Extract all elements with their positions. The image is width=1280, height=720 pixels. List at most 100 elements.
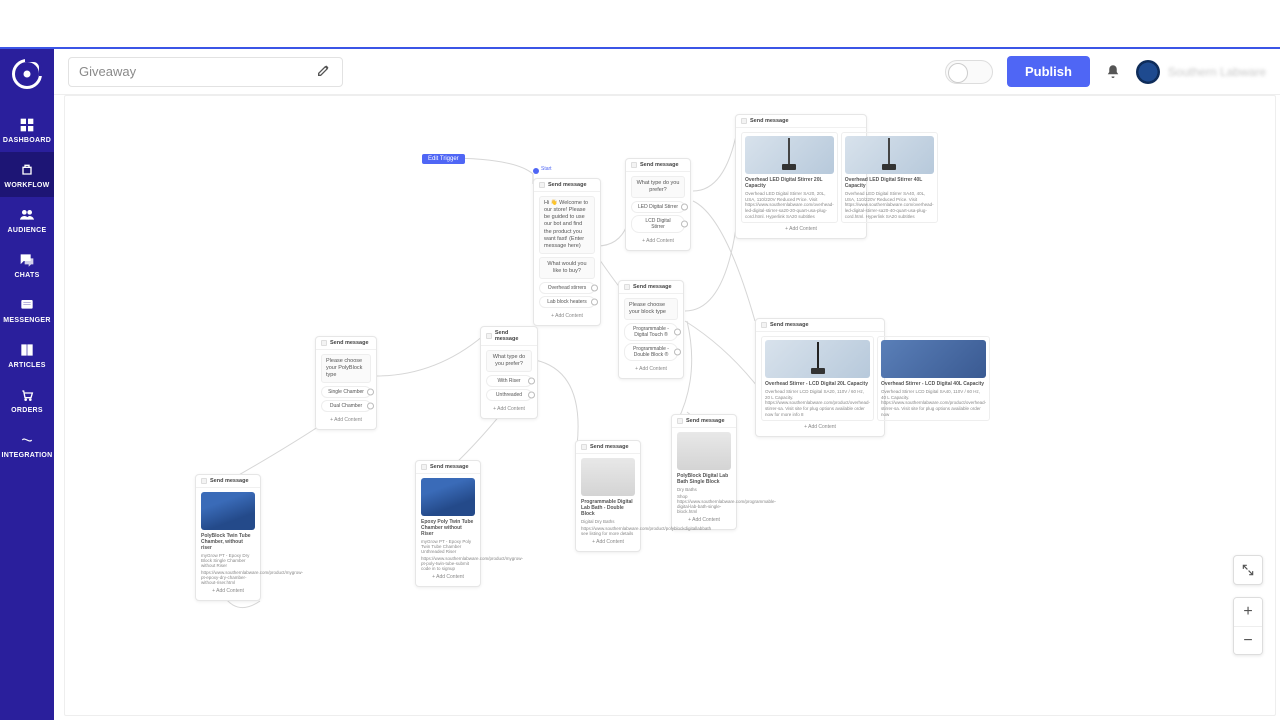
- product-card[interactable]: Overhead LED Digital Stirrer 40L Capacit…: [841, 132, 938, 223]
- sidebar-item-orders[interactable]: ORDERS: [0, 377, 54, 422]
- node-send-message-double-bath[interactable]: Send message Programmable Digital Lab Ba…: [575, 440, 641, 552]
- product-desc: Shop https://www.southernlabware.com/pro…: [677, 494, 731, 514]
- node-send-message-welcome[interactable]: Send message Hi 👋 Welcome to our store! …: [533, 178, 601, 326]
- node-option[interactable]: Dual Chamber: [321, 400, 371, 412]
- zoom-out-button[interactable]: −: [1234, 626, 1262, 654]
- product-title: PolyBlock Twin Tube Chamber, without ris…: [201, 533, 255, 551]
- node-title: Send message: [330, 340, 369, 346]
- notifications-icon[interactable]: [1104, 63, 1122, 81]
- workflow-icon: [18, 162, 36, 178]
- node-send-message-single-bath[interactable]: Send message PolyBlock Digital Lab Bath …: [671, 414, 737, 530]
- workflow-title-input[interactable]: Giveaway: [68, 57, 343, 87]
- edit-title-icon[interactable]: [316, 62, 332, 81]
- sidebar-item-label: WORKFLOW: [4, 182, 49, 189]
- node-send-message-riser[interactable]: Send message What type do you prefer? Wi…: [480, 326, 538, 419]
- node-option[interactable]: With Riser: [486, 375, 532, 387]
- node-option[interactable]: Single Chamber: [321, 386, 371, 398]
- add-content-button[interactable]: + Add Content: [421, 571, 475, 581]
- product-desc: https://www.southernlabware.com/product/…: [421, 556, 475, 571]
- zoom-controls: + −: [1233, 597, 1263, 655]
- publish-button[interactable]: Publish: [1007, 56, 1090, 87]
- node-send-message-twin-noriser[interactable]: Send message PolyBlock Twin Tube Chamber…: [195, 474, 261, 601]
- product-title: Overhead LED Digital Stirrer 20L Capacit…: [745, 177, 834, 189]
- product-image: [765, 340, 870, 378]
- articles-icon: [18, 342, 36, 358]
- add-content-button[interactable]: + Add Content: [741, 223, 861, 233]
- product-desc: Overhead Stirrer LCD Digital SA40, 110V …: [881, 389, 986, 417]
- add-content-button[interactable]: + Add Content: [581, 536, 635, 546]
- sidebar-item-label: DASHBOARD: [3, 137, 51, 144]
- product-desc: https://www.southernlabware.com/product/…: [201, 570, 255, 585]
- node-option[interactable]: Unthreaded: [486, 389, 532, 401]
- product-sub: Dry Baths: [677, 487, 731, 492]
- product-image: [845, 136, 934, 174]
- sidebar-item-audience[interactable]: AUDIENCE: [0, 197, 54, 242]
- browser-chrome-gap: [0, 0, 1280, 47]
- sidebar-item-label: AUDIENCE: [8, 227, 47, 234]
- node-send-message-lcd-stirrers[interactable]: Send message Overhead Stirrer - LCD Digi…: [755, 318, 885, 437]
- node-title: Send message: [210, 478, 249, 484]
- sidebar-item-articles[interactable]: ARTICLES: [0, 332, 54, 377]
- enable-toggle[interactable]: [945, 60, 993, 84]
- add-content-button[interactable]: + Add Content: [761, 421, 879, 431]
- node-title: Send message: [640, 162, 679, 168]
- product-title: Overhead Stirrer - LCD Digital 20L Capac…: [765, 381, 870, 387]
- node-send-message-polyblock[interactable]: Send message Please choose your PolyBloc…: [315, 336, 377, 430]
- node-prompt: What type do you prefer?: [486, 350, 532, 372]
- add-content-button[interactable]: + Add Content: [631, 235, 685, 245]
- add-content-button[interactable]: + Add Content: [201, 585, 255, 595]
- node-title: Send message: [590, 444, 629, 450]
- node-title: Send message: [750, 118, 789, 124]
- product-sub: Digital Dry Baths: [581, 519, 635, 524]
- workflow-title-text: Giveaway: [79, 64, 136, 79]
- product-image: [201, 492, 255, 530]
- product-title: Overhead Stirrer - LCD Digital 40L Capac…: [881, 381, 986, 387]
- sidebar-item-dashboard[interactable]: DASHBOARD: [0, 107, 54, 152]
- node-send-message-led-stirrers[interactable]: Send message Overhead LED Digital Stirre…: [735, 114, 867, 239]
- add-content-button[interactable]: + Add Content: [677, 514, 731, 524]
- add-content-button[interactable]: + Add Content: [624, 363, 678, 373]
- node-option[interactable]: LCD Digital Stirrer: [631, 215, 685, 233]
- start-label: Start: [541, 166, 552, 172]
- add-content-button[interactable]: + Add Content: [539, 310, 595, 320]
- sidebar-item-label: CHATS: [14, 272, 39, 279]
- edit-trigger-button[interactable]: Edit Trigger: [422, 154, 465, 164]
- product-desc: Overhead LED Digital Stirrer SA40, 40L, …: [845, 191, 934, 219]
- sidebar-item-messenger[interactable]: MESSENGER: [0, 287, 54, 332]
- zoom-in-button[interactable]: +: [1234, 598, 1262, 626]
- sidebar-item-chats[interactable]: CHATS: [0, 242, 54, 287]
- node-option[interactable]: Programmable - Double Block ®: [624, 343, 678, 361]
- product-card[interactable]: Overhead Stirrer - LCD Digital 20L Capac…: [761, 336, 874, 421]
- node-option[interactable]: Lab block heaters: [539, 296, 595, 308]
- node-send-message-stirrer-type[interactable]: Send message What type do you prefer? LE…: [625, 158, 691, 251]
- dashboard-icon: [18, 117, 36, 133]
- node-option[interactable]: Programmable - Digital Touch ®: [624, 323, 678, 341]
- node-send-message-block-type[interactable]: Send message Please choose your block ty…: [618, 280, 684, 379]
- node-send-message-twin-riser[interactable]: Send message Epoxy Poly Twin Tube Chambe…: [415, 460, 481, 587]
- node-text: Hi 👋 Welcome to our store! Please be gui…: [539, 196, 595, 254]
- fit-view-button[interactable]: [1233, 555, 1263, 585]
- sidebar-item-integration[interactable]: INTEGRATION: [0, 422, 54, 467]
- node-title: Send message: [495, 330, 532, 342]
- product-card[interactable]: Overhead LED Digital Stirrer 20L Capacit…: [741, 132, 838, 223]
- product-image: [677, 432, 731, 470]
- product-image: [745, 136, 834, 174]
- add-content-button[interactable]: + Add Content: [321, 414, 371, 424]
- product-desc: Overhead LED Digital Stirrer SA20, 20L, …: [745, 191, 834, 219]
- product-title: Overhead LED Digital Stirrer 40L Capacit…: [845, 177, 934, 189]
- product-desc: Overhead Stirrer LCD Digital SA20, 110V …: [765, 389, 870, 417]
- sidebar-item-label: INTEGRATION: [1, 452, 52, 459]
- add-content-button[interactable]: + Add Content: [486, 403, 532, 413]
- product-card[interactable]: Overhead Stirrer - LCD Digital 40L Capac…: [877, 336, 990, 421]
- sidebar-item-workflow[interactable]: WORKFLOW: [0, 152, 54, 197]
- product-title: PolyBlock Digital Lab Bath Single Block: [677, 473, 731, 485]
- node-option[interactable]: LED Digital Stirrer: [631, 201, 685, 213]
- user-avatar[interactable]: [1136, 60, 1160, 84]
- product-title: Epoxy Poly Twin Tube Chamber without Ris…: [421, 519, 475, 537]
- topbar: Giveaway Publish Southern Labware: [54, 49, 1280, 95]
- node-option[interactable]: Overhead stirrers: [539, 282, 595, 294]
- sidebar-item-label: ORDERS: [11, 407, 43, 414]
- workflow-canvas[interactable]: Edit Trigger Start Send message Hi 👋 Wel…: [64, 95, 1276, 716]
- node-text: Please choose your block type: [624, 298, 678, 320]
- app-logo[interactable]: [12, 59, 42, 89]
